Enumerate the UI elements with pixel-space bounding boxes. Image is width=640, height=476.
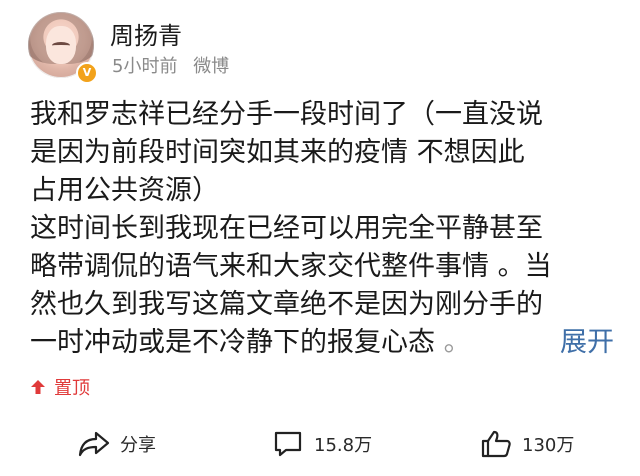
author-name[interactable]: 周扬青 [110,22,182,50]
post-source: 微博 [193,56,230,77]
content-line: 占用公共资源） [30,175,219,206]
like-button[interactable]: 130万 [480,426,574,462]
ellipsis-text: 。 [443,327,471,358]
content-line: 然也久到我写这篇文章绝不是因为刚分手的 [30,289,543,320]
content-line: 我和罗志祥已经分手一段时间了（一直没说 [30,99,543,130]
like-count: 130万 [522,435,575,456]
post-time: 5小时前 [112,56,178,77]
thumbs-up-icon [481,430,511,458]
comment-count: 15.8万 [314,435,373,456]
share-label: 分享 [120,435,156,456]
action-bar: 分享 15.8万 130万 [0,420,640,470]
post-content[interactable]: 我和罗志祥已经分手一段时间了（一直没说 是因为前段时间突如其来的疫情 不想因此 … [30,96,620,362]
expand-link[interactable]: 展开 [560,324,614,362]
post-header: V 周扬青 5小时前 微博 [28,12,618,92]
pin-label: 置顶 [54,378,90,399]
content-line: 是因为前段时间突如其来的疫情 不想因此 [30,137,525,168]
content-line: 这时间长到我现在已经可以用完全平静甚至 [30,213,543,244]
verified-badge-icon: V [76,62,98,84]
content-line-text: 一时冲动或是不冷静下的报复心态 [30,327,435,358]
post-meta: 5小时前 微博 [112,56,229,78]
comment-icon [274,431,302,457]
avatar-eyes-decoration [52,42,70,49]
content-line: 略带调侃的语气来和大家交代整件事情 。当 [30,251,552,282]
comment-button[interactable]: 15.8万 [272,426,372,462]
share-icon [78,431,110,457]
content-line-last: 一时冲动或是不冷静下的报复心态 。 [30,324,620,362]
pin-arrow-icon [31,380,45,394]
share-button[interactable]: 分享 [78,426,156,462]
pinned-badge: 置顶 [30,376,90,399]
